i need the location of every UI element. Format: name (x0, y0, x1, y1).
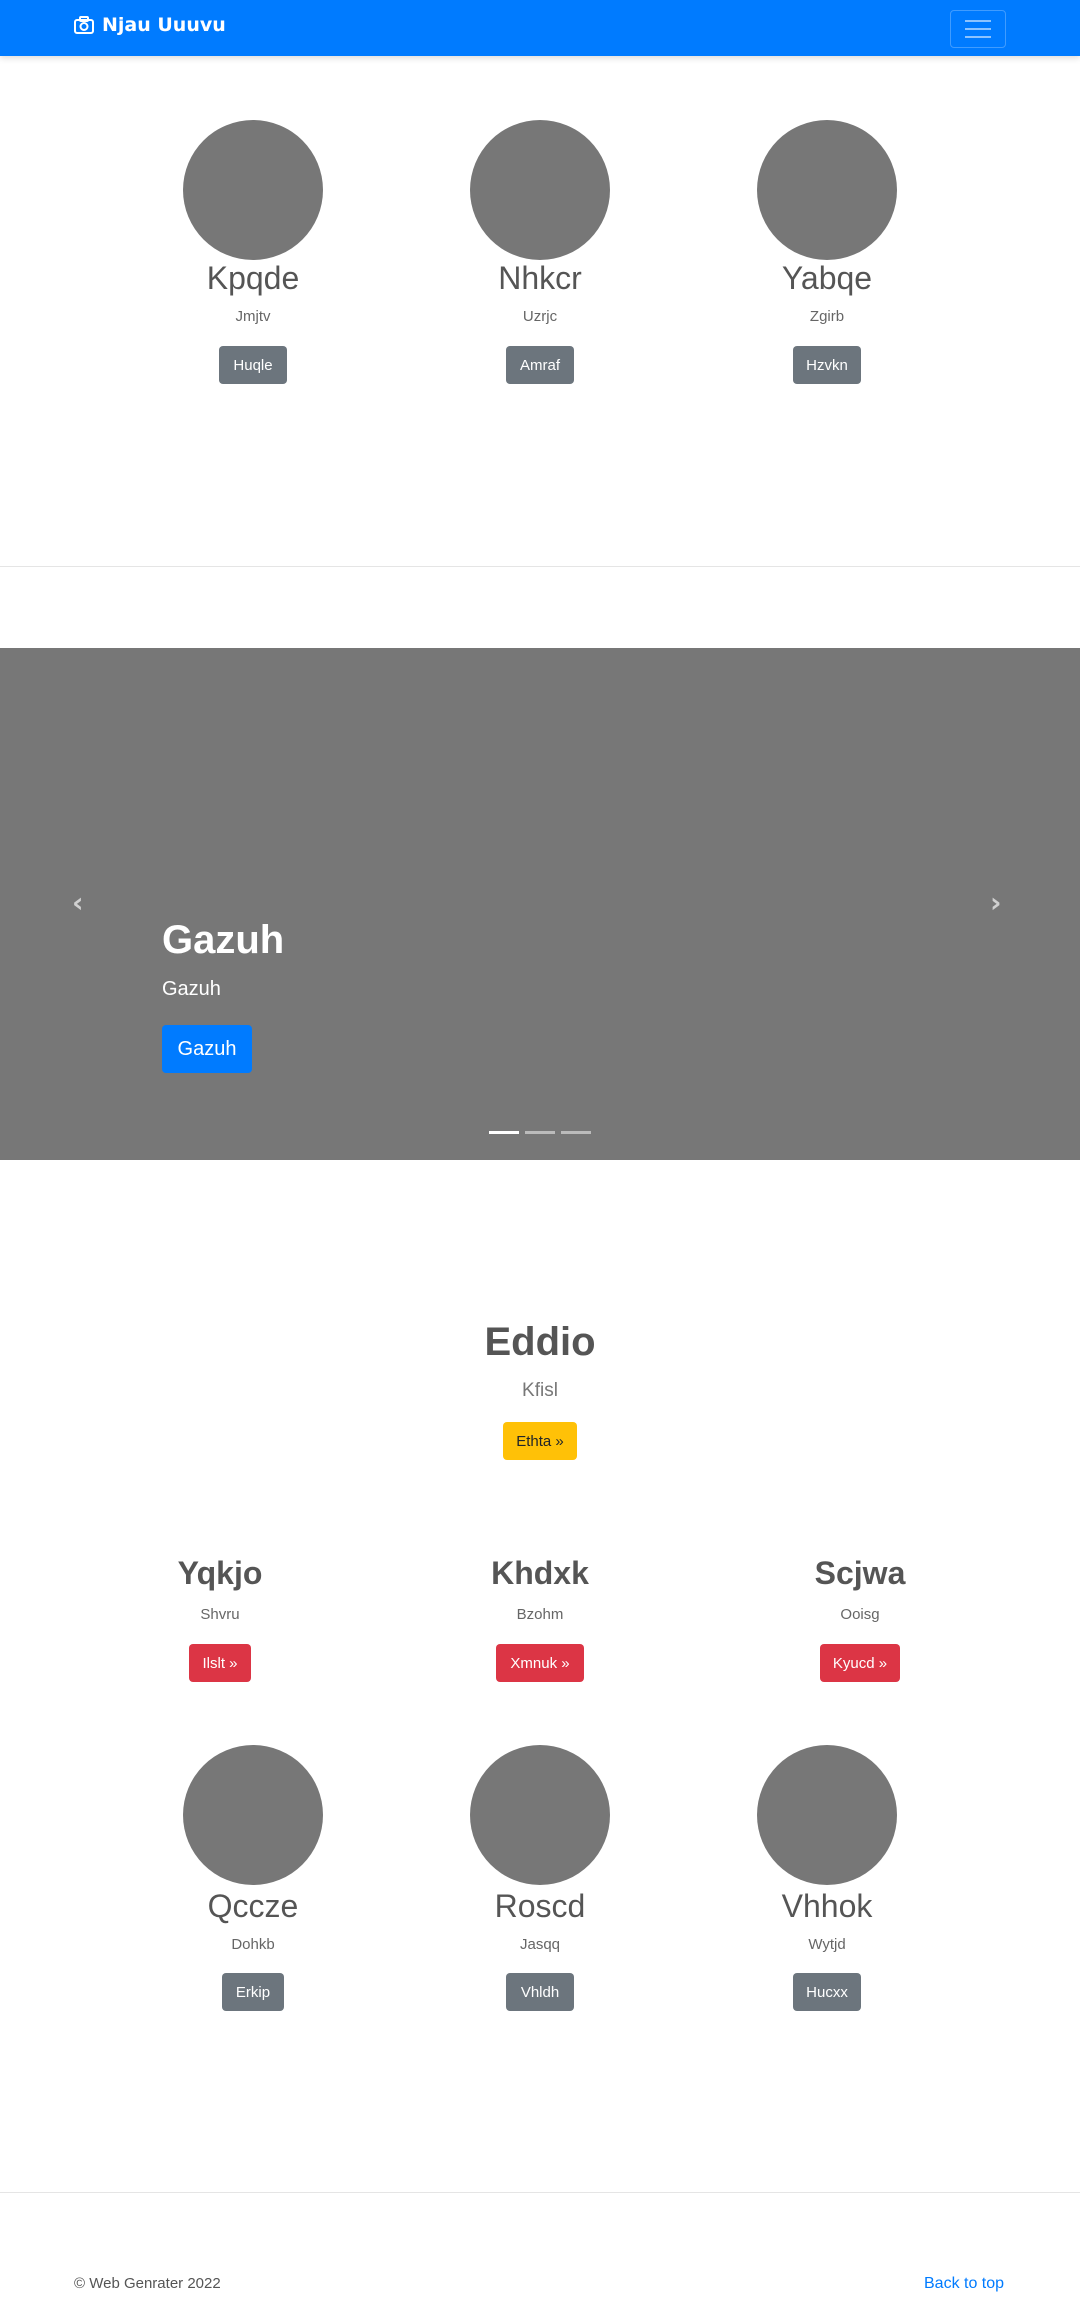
profile-avatar (183, 1745, 323, 1885)
camera-icon (74, 16, 94, 34)
profile-subtitle: Uzrjc (522, 308, 558, 325)
profile-name: Nhkcr (498, 260, 582, 296)
profile-avatar (183, 120, 323, 260)
profile-subtitle: Wytjd (808, 1936, 846, 1953)
column-title: Yqkjo (177, 1555, 263, 1591)
feature-lead: Kfisl (522, 1380, 558, 1401)
feature-title: Eddio (484, 1320, 596, 1364)
carousel-indicator[interactable] (561, 1131, 591, 1134)
carousel-caption-text: Gazuh (162, 978, 221, 1000)
navbar-brand[interactable]: Njau Uuuvu (74, 14, 226, 36)
column-button[interactable]: Xmnuk » (496, 1644, 584, 1682)
profile-button[interactable]: Erkip (222, 1973, 284, 2011)
profile-name: Kpqde (206, 260, 300, 296)
profile-button[interactable]: Hzvkn (793, 346, 861, 384)
feature-button[interactable]: Ethta » (503, 1422, 577, 1460)
navbar: Njau Uuuvu (0, 0, 1080, 56)
profile-avatar (757, 1745, 897, 1885)
column-text: Shvru (200, 1606, 240, 1623)
divider (0, 2192, 1080, 2193)
profile-name: Vhhok (781, 1888, 873, 1924)
profile-subtitle: Zgirb (809, 308, 845, 325)
profile-avatar (757, 120, 897, 260)
profile-subtitle: Jmjtv (235, 308, 271, 325)
brand-label: Njau Uuuvu (102, 14, 226, 36)
profile-name: Roscd (494, 1888, 586, 1924)
profile-button[interactable]: Huqle (219, 346, 287, 384)
column-title: Khdxk (491, 1555, 589, 1591)
back-to-top-link[interactable]: Back to top (924, 2275, 1004, 2293)
column-text: Bzohm (516, 1606, 564, 1623)
chevron-left-icon[interactable]: ‹ (72, 886, 84, 919)
profile-name: Qccze (207, 1888, 299, 1924)
profile-button[interactable]: Amraf (506, 346, 574, 384)
column-text: Ooisg (840, 1606, 880, 1623)
carousel-indicator[interactable] (489, 1131, 519, 1134)
carousel-button[interactable]: Gazuh (162, 1025, 252, 1073)
chevron-right-icon[interactable]: › (990, 886, 1002, 919)
column-button[interactable]: Kyucd » (820, 1644, 900, 1682)
hamburger-icon (965, 20, 991, 22)
divider (0, 566, 1080, 567)
profile-avatar (470, 1745, 610, 1885)
column-button[interactable]: Ilslt » (189, 1644, 251, 1682)
carousel-indicator[interactable] (525, 1131, 555, 1134)
carousel-caption-title: Gazuh (162, 918, 285, 962)
profile-name: Yabqe (781, 260, 873, 296)
navbar-toggler-button[interactable] (950, 10, 1006, 48)
profile-button[interactable]: Vhldh (506, 1973, 574, 2011)
profile-subtitle: Jasqq (519, 1936, 561, 1953)
profile-subtitle: Dohkb (231, 1936, 275, 1953)
column-title: Scjwa (814, 1555, 906, 1591)
carousel: ‹ › Gazuh Gazuh Gazuh (0, 648, 1080, 1160)
profile-avatar (470, 120, 610, 260)
footer-copyright: © Web Genrater 2022 (74, 2275, 221, 2292)
profile-button[interactable]: Hucxx (793, 1973, 861, 2011)
